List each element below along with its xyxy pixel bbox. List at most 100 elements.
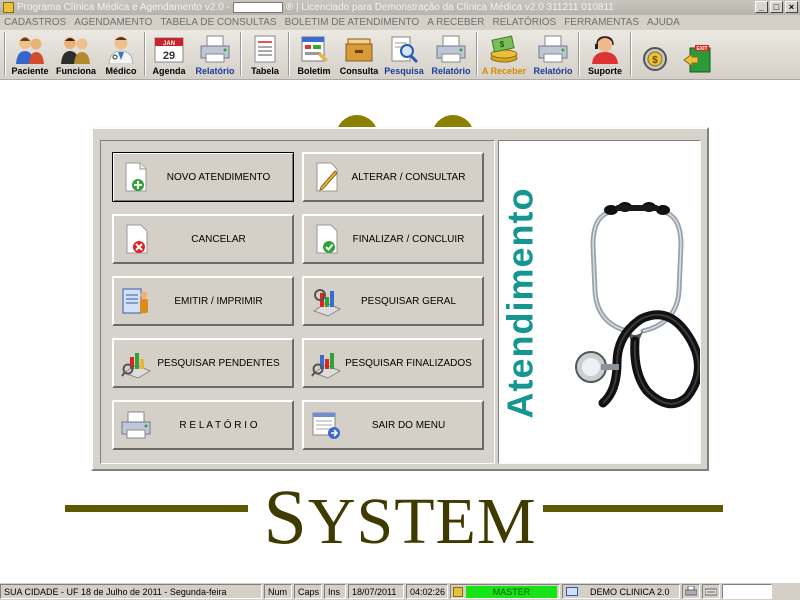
window-title-prefix: Programa Clínica Médica e Agendamento v2… bbox=[17, 2, 230, 13]
toolbar-exit-button[interactable]: EXIT bbox=[677, 31, 721, 79]
menu-a-receber[interactable]: A RECEBER bbox=[427, 17, 484, 28]
novo-atendimento-button[interactable]: NOVO ATENDIMENTO bbox=[112, 152, 294, 202]
pesquisar-geral-button[interactable]: PESQUISAR GERAL bbox=[302, 276, 484, 326]
toolbar-separator bbox=[288, 32, 290, 76]
person-document-icon bbox=[119, 284, 153, 318]
close-button[interactable]: × bbox=[785, 1, 798, 13]
calendar-icon: JAN 29 bbox=[151, 34, 187, 64]
toolbar-relatorio3-label: Relatório bbox=[533, 66, 573, 76]
toolbar-paciente-button[interactable]: Paciente bbox=[7, 31, 53, 79]
brand-wordmark: SYSTEM bbox=[250, 472, 550, 562]
status-printer-button[interactable] bbox=[682, 584, 700, 599]
status-keyboard-button[interactable] bbox=[702, 584, 720, 599]
toolbar-separator bbox=[630, 32, 632, 76]
user-icon bbox=[453, 586, 463, 597]
app-icon bbox=[3, 2, 14, 13]
toolbar-relatorio1-label: Relatório bbox=[195, 66, 235, 76]
menu-ajuda[interactable]: AJUDA bbox=[647, 17, 680, 28]
relatorio-label: R E L A T Ó R I O bbox=[179, 419, 258, 431]
atendimento-panel: NOVO ATENDIMENTO ALTERAR / CONSULTAR CAN… bbox=[91, 127, 709, 471]
printer-icon bbox=[119, 408, 153, 442]
toolbar-separator bbox=[144, 32, 146, 76]
menu-bar: CADASTROS AGENDAMENTO TABELA DE CONSULTA… bbox=[0, 15, 800, 30]
status-company-panel: DEMO CLINICA 2.0 bbox=[562, 584, 680, 599]
minimize-button[interactable]: _ bbox=[755, 1, 768, 13]
printer-icon bbox=[197, 34, 233, 64]
alterar-consultar-button[interactable]: ALTERAR / CONSULTAR bbox=[302, 152, 484, 202]
toolbar: Paciente Funciona Médico JAN 29 Agenda Re… bbox=[0, 30, 800, 80]
svg-text:$: $ bbox=[652, 55, 658, 66]
exit-sheet-icon bbox=[309, 408, 343, 442]
toolbar-funciona-label: Funciona bbox=[56, 66, 96, 76]
toolbar-separator bbox=[578, 32, 580, 76]
toolbar-funciona-button[interactable]: Funciona bbox=[53, 31, 99, 79]
patients-icon bbox=[12, 34, 48, 64]
keyboard-icon bbox=[705, 588, 717, 596]
cancelar-label: CANCELAR bbox=[191, 233, 246, 245]
menu-agendamento[interactable]: AGENDAMENTO bbox=[74, 17, 152, 28]
pesquisar-pendentes-button[interactable]: PESQUISAR PENDENTES bbox=[112, 338, 294, 388]
cancel-document-icon bbox=[119, 222, 153, 256]
toolbar-dollar-button[interactable]: $ bbox=[633, 31, 677, 79]
toolbar-relatorio1-button[interactable]: Relatório bbox=[191, 31, 239, 79]
pesquisar-pendentes-label: PESQUISAR PENDENTES bbox=[157, 357, 280, 369]
menu-tabela-consultas[interactable]: TABELA DE CONSULTAS bbox=[160, 17, 276, 28]
status-ins: Ins bbox=[324, 584, 346, 599]
toolbar-consulta-button[interactable]: Consulta bbox=[337, 31, 381, 79]
menu-relatorios[interactable]: RELATÓRIOS bbox=[492, 17, 556, 28]
emitir-imprimir-button[interactable]: EMITIR / IMPRIMIR bbox=[112, 276, 294, 326]
exit-door-icon: EXIT bbox=[681, 44, 717, 74]
toolbar-agenda-button[interactable]: JAN 29 Agenda bbox=[147, 31, 191, 79]
check-document-icon bbox=[309, 222, 343, 256]
maximize-button[interactable]: □ bbox=[770, 1, 783, 13]
dollar-coin-icon: $ bbox=[637, 44, 673, 74]
menu-cadastros[interactable]: CADASTROS bbox=[4, 17, 66, 28]
brand-bar-left bbox=[65, 505, 248, 512]
toolbar-agenda-label: Agenda bbox=[152, 66, 186, 76]
money-icon: $ bbox=[486, 34, 522, 64]
file-drawer-icon bbox=[341, 34, 377, 64]
search-chart-icon bbox=[309, 346, 343, 380]
toolbar-separator bbox=[240, 32, 242, 76]
sair-do-menu-label: SAIR DO MENU bbox=[371, 419, 446, 431]
toolbar-relatorio3-button[interactable]: Relatório bbox=[529, 31, 577, 79]
pesquisar-finalizados-label: PESQUISAR FINALIZADOS bbox=[345, 357, 472, 369]
alterar-consultar-label: ALTERAR / CONSULTAR bbox=[351, 171, 466, 183]
status-bar: SUA CIDADE - UF 18 de Julho de 2011 - Se… bbox=[0, 582, 800, 600]
panel-title: Atendimento bbox=[499, 187, 540, 419]
calendar-day: 29 bbox=[163, 50, 175, 62]
toolbar-relatorio2-button[interactable]: Relatório bbox=[427, 31, 475, 79]
pesquisar-finalizados-button[interactable]: PESQUISAR FINALIZADOS bbox=[302, 338, 484, 388]
sair-do-menu-button[interactable]: SAIR DO MENU bbox=[302, 400, 484, 450]
title-bar: Programa Clínica Médica e Agendamento v2… bbox=[0, 0, 800, 15]
employees-icon bbox=[58, 34, 94, 64]
brand-rest: YSTEM bbox=[307, 485, 537, 558]
window-title-suffix: ® | Licenciado para Demonstração da Clín… bbox=[285, 2, 614, 13]
toolbar-pesquisa-button[interactable]: Pesquisa bbox=[381, 31, 427, 79]
menu-ferramentas[interactable]: FERRAMENTAS bbox=[564, 17, 639, 28]
finalizar-concluir-button[interactable]: FINALIZAR / CONCLUIR bbox=[302, 214, 484, 264]
status-time: 04:02:26 bbox=[406, 584, 448, 599]
menu-buttons-group: NOVO ATENDIMENTO ALTERAR / CONSULTAR CAN… bbox=[100, 140, 495, 464]
status-user-panel: MASTER bbox=[450, 584, 560, 599]
toolbar-suporte-button[interactable]: Suporte bbox=[581, 31, 629, 79]
relatorio-button[interactable]: R E L A T Ó R I O bbox=[112, 400, 294, 450]
emitir-imprimir-label: EMITIR / IMPRIMIR bbox=[174, 295, 263, 307]
svg-text:$: $ bbox=[500, 40, 505, 49]
toolbar-pesquisa-label: Pesquisa bbox=[384, 66, 424, 76]
toolbar-boletim-button[interactable]: Boletim bbox=[291, 31, 337, 79]
toolbar-tabela-button[interactable]: Tabela bbox=[243, 31, 287, 79]
toolbar-areceber-label: A Receber bbox=[481, 66, 527, 76]
status-caps: Caps bbox=[294, 584, 322, 599]
cancelar-button[interactable]: CANCELAR bbox=[112, 214, 294, 264]
company-icon bbox=[566, 587, 578, 596]
printer-icon bbox=[685, 586, 697, 596]
pesquisar-geral-label: PESQUISAR GERAL bbox=[360, 295, 457, 307]
stethoscope-icon bbox=[575, 202, 700, 409]
toolbar-separator bbox=[476, 32, 478, 76]
menu-boletim-atendimento[interactable]: BOLETIM DE ATENDIMENTO bbox=[285, 17, 420, 28]
toolbar-medico-button[interactable]: Médico bbox=[99, 31, 143, 79]
status-num: Num bbox=[264, 584, 292, 599]
toolbar-areceber-button[interactable]: $ A Receber bbox=[479, 31, 529, 79]
pencil-document-icon bbox=[309, 160, 343, 194]
